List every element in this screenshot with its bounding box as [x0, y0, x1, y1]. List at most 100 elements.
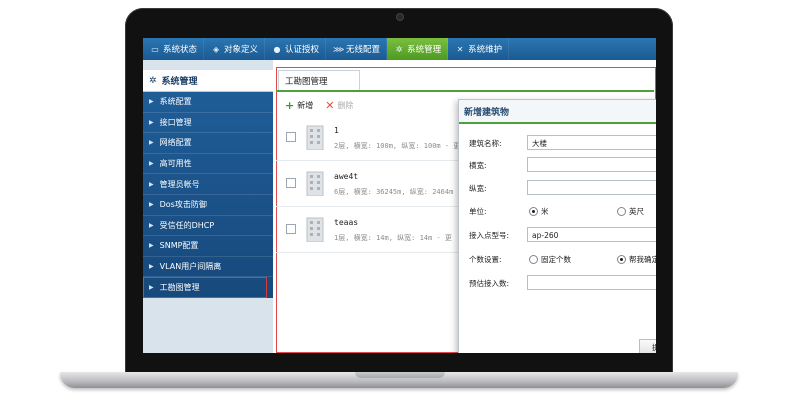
sidebar-item-label: Dos攻击防御	[159, 200, 207, 210]
ap-model-select[interactable]: ap-260	[527, 227, 656, 242]
monitor-icon: ▭	[151, 44, 159, 54]
sidebar-item-high-availability[interactable]: ▶ 高可用性	[143, 154, 273, 175]
nav-system-maintenance[interactable]: ✕ 系统维护	[448, 38, 510, 60]
radio-selected-icon	[617, 255, 626, 264]
count-label: 个数设置:	[469, 255, 502, 264]
triangle-right-icon: ▶	[149, 98, 154, 106]
triangle-right-icon: ▶	[149, 160, 154, 168]
building-icon	[306, 171, 324, 196]
dialog-title: 新增建筑物	[464, 107, 510, 118]
radio-label: 固定个数	[541, 255, 571, 264]
sidebar-header: ✲ 系统管理	[143, 70, 273, 92]
sidebar-item-survey-map[interactable]: ▶ 工勘图管理	[143, 277, 267, 298]
building-desc: 6层, 横宽: 36245m, 纵宽: 2464m -	[334, 188, 462, 196]
sidebar-item-label: VLAN用户间隔离	[159, 262, 222, 272]
sidebar-item-label: 高可用性	[159, 159, 192, 169]
tab-survey-map[interactable]: 工勘图管理	[278, 70, 360, 90]
sidebar-item-snmp[interactable]: ▶ SNMP配置	[143, 236, 273, 257]
nav-label: 系统管理	[407, 45, 442, 55]
gear-icon: ✲	[395, 44, 403, 54]
sidebar-item-trusted-dhcp[interactable]: ▶ 受信任的DHCP	[143, 216, 273, 237]
dialog-header: 新增建筑物	[459, 100, 656, 124]
row-checkbox[interactable]	[286, 178, 296, 188]
nav-object-definition[interactable]: ◈ 对象定义	[204, 38, 266, 60]
sidebar-item-label: 工勘图管理	[159, 282, 200, 292]
new-building-dialog: 新增建筑物 建筑名称: 大楼 横宽: 纵宽: 单位: 米 英尺 接入点型号: a…	[458, 99, 656, 353]
sidebar-menu: ▶ 系统配置 ▶ 接口管理 ▶ 网络配置 ▶ 高可用性 ▶ 管理员帐号 ▶ Dos攻击防御 …	[143, 92, 273, 298]
building-desc: 1层, 横宽: 14m, 纵宽: 14m - 更	[334, 234, 452, 242]
unit-meter-radio[interactable]: 米	[529, 206, 549, 217]
nav-wireless-config[interactable]: ⋙ 无线配置	[326, 38, 388, 60]
object-icon: ◈	[212, 44, 220, 54]
sidebar-title: 系统管理	[161, 77, 198, 87]
nav-label: 系统维护	[468, 45, 503, 55]
triangle-right-icon: ▶	[149, 283, 154, 291]
sidebar-item-admin-account[interactable]: ▶ 管理员帐号	[143, 174, 273, 195]
building-name[interactable]: awe4t	[334, 172, 358, 181]
width-field[interactable]	[527, 157, 656, 172]
delete-label: 删除	[337, 101, 354, 110]
triangle-right-icon: ▶	[149, 139, 154, 147]
count-auto-radio[interactable]: 帮我确定	[617, 254, 656, 265]
estimate-label: 预估接入数:	[469, 279, 510, 288]
radio-selected-icon	[529, 207, 538, 216]
sidebar-item-label: 系统配置	[159, 97, 192, 107]
plus-icon: +	[285, 99, 295, 112]
screen: ▭ 系统状态 ◈ 对象定义 ● 认证授权 ⋙ 无线配置 ✲ 系统管理 ✕ 系统维…	[143, 38, 656, 353]
wireless-icon: ⋙	[333, 44, 345, 54]
add-label: 新增	[297, 101, 314, 110]
sidebar-item-label: 网络配置	[159, 138, 192, 148]
estimate-field[interactable]	[527, 275, 656, 290]
building-name[interactable]: teaas	[334, 218, 358, 227]
nav-label: 系统状态	[163, 45, 198, 55]
toolbar: + 新增 ✕ 删除	[285, 99, 365, 112]
building-icon	[306, 217, 324, 242]
nav-label: 认证授权	[285, 45, 320, 55]
radio-unselected-icon	[617, 207, 626, 216]
laptop-notch	[355, 372, 445, 378]
add-button[interactable]: + 新增	[285, 99, 313, 112]
sidebar: ✲ 系统管理 ▶ 系统配置 ▶ 接口管理 ▶ 网络配置 ▶ 高可用性 ▶ 管理员帐号 ▶ D…	[143, 60, 273, 353]
webcam	[396, 13, 404, 21]
width-label: 横宽:	[469, 161, 487, 170]
submit-button[interactable]: 提	[639, 339, 656, 353]
sidebar-item-network[interactable]: ▶ 网络配置	[143, 133, 273, 154]
top-navigation: ▭ 系统状态 ◈ 对象定义 ● 认证授权 ⋙ 无线配置 ✲ 系统管理 ✕ 系统维…	[143, 38, 656, 60]
radio-unselected-icon	[529, 255, 538, 264]
close-icon: ✕	[325, 99, 335, 112]
building-icon	[306, 125, 324, 150]
triangle-right-icon: ▶	[149, 180, 154, 188]
tab-underline	[276, 90, 654, 92]
depth-field[interactable]	[527, 180, 656, 195]
nav-label: 无线配置	[346, 45, 381, 55]
nav-system-status[interactable]: ▭ 系统状态	[143, 38, 205, 60]
building-desc: 2层, 横宽: 100m, 纵宽: 100m - 更	[334, 142, 461, 150]
triangle-right-icon: ▶	[149, 263, 154, 271]
row-checkbox[interactable]	[286, 132, 296, 142]
sidebar-item-vlan-isolation[interactable]: ▶ VLAN用户间隔离	[143, 257, 273, 278]
row-checkbox[interactable]	[286, 224, 296, 234]
tools-icon: ✕	[456, 44, 464, 54]
name-label: 建筑名称:	[469, 139, 502, 148]
triangle-right-icon: ▶	[149, 221, 154, 229]
tab-label: 工勘图管理	[285, 76, 328, 87]
sidebar-item-label: 管理员帐号	[159, 179, 200, 189]
unit-feet-radio[interactable]: 英尺	[617, 206, 644, 217]
count-fixed-radio[interactable]: 固定个数	[529, 254, 571, 265]
user-icon: ●	[273, 44, 281, 54]
ap-model-label: 接入点型号:	[469, 231, 510, 240]
triangle-right-icon: ▶	[149, 242, 154, 250]
triangle-right-icon: ▶	[149, 118, 154, 126]
nav-system-management[interactable]: ✲ 系统管理	[387, 38, 449, 60]
nav-authentication[interactable]: ● 认证授权	[265, 38, 327, 60]
delete-button[interactable]: ✕ 删除	[325, 99, 353, 112]
sidebar-item-label: SNMP配置	[159, 241, 199, 251]
sidebar-item-system-config[interactable]: ▶ 系统配置	[143, 92, 273, 113]
radio-label: 米	[541, 207, 549, 216]
sidebar-item-dos-defense[interactable]: ▶ Dos攻击防御	[143, 195, 273, 216]
sidebar-item-interface[interactable]: ▶ 接口管理	[143, 113, 273, 134]
building-name-field[interactable]: 大楼	[527, 135, 656, 150]
triangle-right-icon: ▶	[149, 201, 154, 209]
radio-label: 帮我确定	[629, 255, 656, 264]
building-name[interactable]: 1	[334, 126, 339, 135]
